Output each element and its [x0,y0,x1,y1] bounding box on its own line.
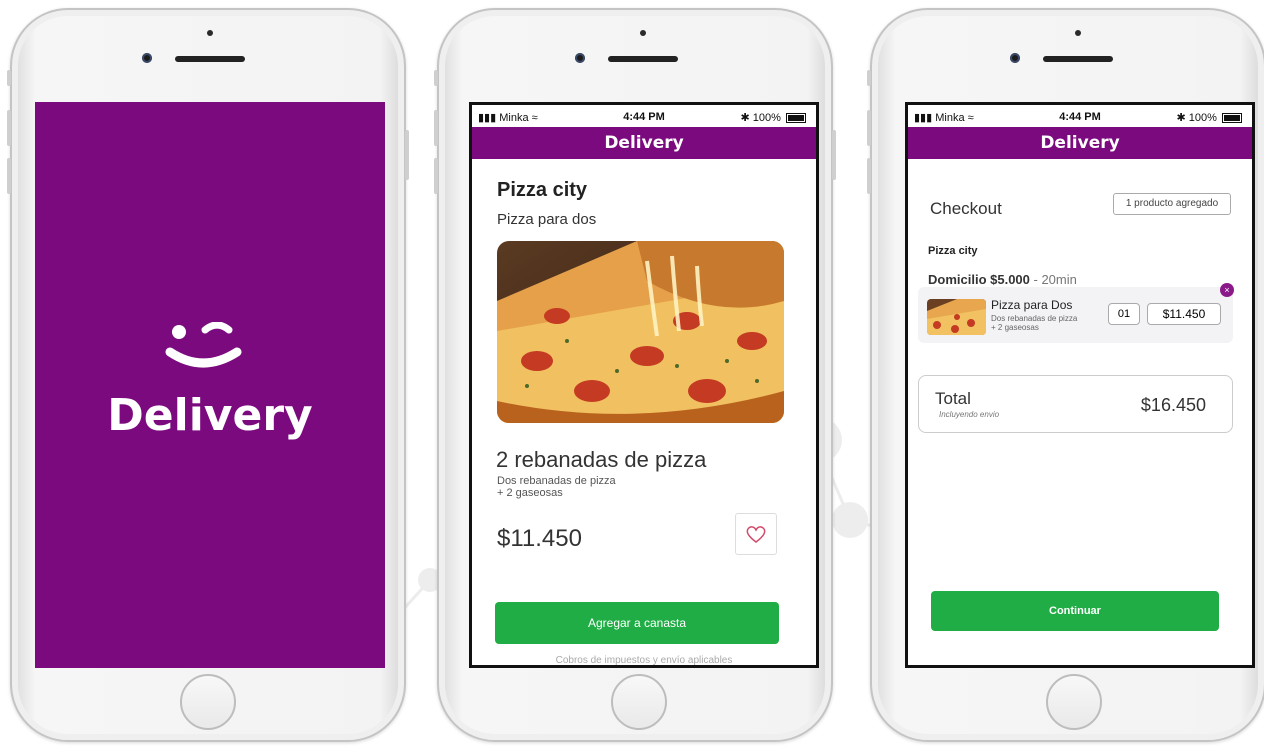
total-amount: $16.450 [1140,395,1206,415]
status-bar: ▮▮▮ Minka ≈ 4:44 PM ✱ 100% [472,105,816,129]
tax-footer-note: Cobros de impuestos y envío aplicables [555,655,733,666]
splash-wordmark: Delivery [107,390,313,441]
front-camera [575,53,585,63]
cart-item-desc-line1: Dos rebanadas de pizza [991,314,1078,323]
power-button [405,130,409,180]
item-desc-line2: + 2 gaseosas [497,487,563,499]
item-description: Dos rebanadas de pizza + 2 gaseosas [497,475,616,499]
battery-label: 100% [752,112,781,124]
cart-item-thumbnail [927,299,986,335]
home-button[interactable] [1046,674,1102,730]
heart-icon [746,526,766,543]
continue-button[interactable]: Continuar [931,591,1219,631]
cart-item: Pizza para Dos Dos rebanadas de pizza + … [918,287,1233,343]
battery-icon [1222,113,1242,124]
mute-switch [7,70,11,86]
phone-checkout: ▮▮▮ Minka ≈ 4:44 PM ✱ 100% Delivery Chec… [867,8,1264,742]
battery-icon [786,113,806,124]
pizza-illustration [497,241,784,423]
cart-item-desc-line2: + 2 gaseosas [991,323,1039,332]
cart-item-description: Dos rebanadas de pizza + 2 gaseosas [991,314,1077,332]
volume-up-button [434,110,438,146]
earpiece-speaker [1043,56,1113,62]
status-right: ✱ 100% [741,111,806,124]
cart-item-name: Pizza para Dos [991,298,1073,312]
mute-switch [867,70,871,86]
product-subtitle: Pizza para dos [497,211,597,228]
app-bar-title: Delivery [908,127,1252,159]
delivery-fee: Domicilio $5.000 [928,272,1030,287]
splash-screen: Delivery [35,102,385,668]
phone-splash: Delivery [7,8,409,742]
power-button [832,130,836,180]
status-right: ✱ 100% [1177,111,1242,124]
earpiece-speaker [175,56,245,62]
proximity-sensor [207,30,213,36]
item-price: $11.450 [497,525,582,552]
add-to-basket-button[interactable]: Agregar a canasta [495,602,779,644]
delivery-time: - 20min [1029,272,1077,287]
item-desc-line1: Dos rebanadas de pizza [497,475,616,487]
total-subtitle: Incluyendo envio [939,410,1000,419]
smile-icon [165,322,242,368]
earpiece-speaker [608,56,678,62]
home-button[interactable] [611,674,667,730]
remove-item-button[interactable]: × [1220,283,1234,297]
pizza-image [497,241,784,423]
bluetooth-icon: ✱ [1176,112,1186,124]
phone-product: ▮▮▮ Minka ≈ 4:44 PM ✱ 100% Delivery Pizz… [434,8,836,742]
battery-label: 100% [1188,112,1217,124]
volume-down-button [7,158,11,194]
delivery-info: Domicilio $5.000 - 20min [928,272,1077,287]
checkout-title: Checkout [930,199,1002,218]
front-camera [1010,53,1020,63]
proximity-sensor [1075,30,1081,36]
volume-up-button [867,110,871,146]
mute-switch [434,70,438,86]
proximity-sensor [640,30,646,36]
checkout-screen: ▮▮▮ Minka ≈ 4:44 PM ✱ 100% Delivery Chec… [905,102,1255,668]
total-box: Total Incluyendo envio $16.450 [918,375,1233,433]
volume-up-button [7,110,11,146]
checkout-restaurant: Pizza city [928,245,978,257]
total-label: Total [935,389,971,408]
cart-item-price: $11.450 [1147,303,1221,325]
restaurant-name: Pizza city [497,179,588,201]
home-button[interactable] [180,674,236,730]
products-added-badge: 1 producto agregado [1113,193,1231,215]
pizza-thumbnail-image [927,299,986,335]
status-bar: ▮▮▮ Minka ≈ 4:44 PM ✱ 100% [908,105,1252,129]
front-camera [142,53,152,63]
volume-down-button [867,158,871,194]
volume-down-button [434,158,438,194]
quantity-field[interactable]: 01 [1108,303,1140,325]
app-bar-title: Delivery [472,127,816,159]
bluetooth-icon: ✱ [740,112,750,124]
favorite-button[interactable] [735,513,777,555]
product-screen: ▮▮▮ Minka ≈ 4:44 PM ✱ 100% Delivery Pizz… [469,102,819,668]
item-name: 2 rebanadas de pizza [496,447,707,472]
